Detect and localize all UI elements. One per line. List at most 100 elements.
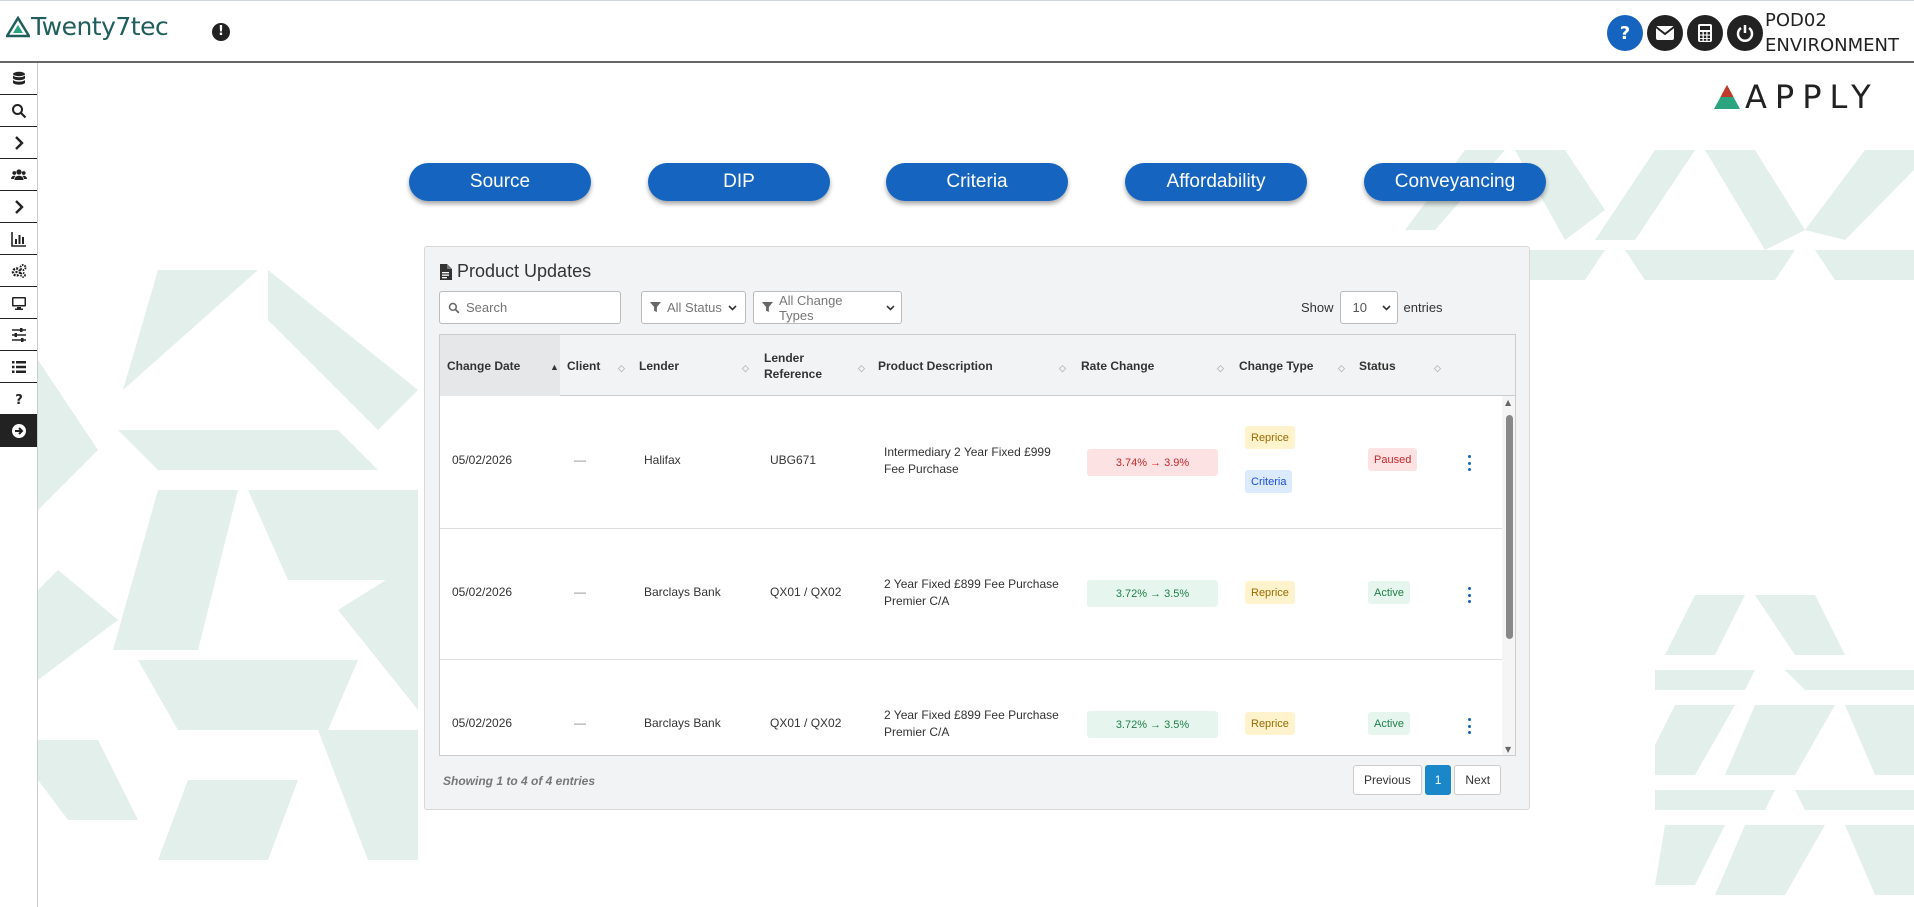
table-row[interactable]: 05/02/2026 — Halifax UBG671 Intermediary… — [440, 397, 1502, 529]
show-label: Show — [1301, 300, 1334, 315]
sort-asc-icon: ▲ — [550, 362, 559, 372]
brand-name: Twenty7tec — [31, 12, 169, 41]
apply-brand-text: APPLY — [1745, 78, 1879, 116]
product-updates-table: Change Date ▲ Client ◇ Lender ◇ Lender R… — [439, 334, 1516, 756]
row-actions-kebab-icon[interactable] — [1464, 718, 1474, 734]
chevron-down-icon — [728, 304, 737, 311]
environment-label: POD02 ENVIRONMENT — [1765, 8, 1899, 58]
power-icon[interactable] — [1727, 15, 1763, 51]
sidebar-database-icon[interactable] — [0, 63, 37, 95]
alert-icon[interactable]: ! — [212, 23, 230, 41]
column-header-product-description[interactable]: Product Description ◇ — [871, 335, 1074, 396]
top-header: Twenty7tec ! ? POD02 ENVIRONMENT — [0, 0, 1914, 63]
column-header-change-date[interactable]: Change Date ▲ — [440, 335, 560, 396]
chevron-down-icon — [1381, 304, 1391, 311]
row-actions-kebab-icon[interactable] — [1464, 455, 1474, 471]
column-label: Lender Reference — [764, 350, 823, 381]
change-type-badge: Reprice — [1245, 712, 1295, 735]
sidebar-list-icon[interactable] — [0, 351, 37, 383]
cell-client: — — [574, 716, 586, 730]
panel-title-text: Product Updates — [457, 261, 592, 281]
sidebar-chevron-right-icon[interactable] — [0, 127, 37, 159]
table-scrollbar[interactable]: ▲ ▼ — [1502, 396, 1515, 755]
column-header-lender[interactable]: Lender ◇ — [632, 335, 757, 396]
cell-client: — — [574, 453, 586, 467]
search-icon — [448, 302, 460, 313]
environment-name: POD02 — [1765, 10, 1827, 31]
pagination: Previous 1 Next — [1353, 765, 1502, 795]
sidebar-bar-chart-icon[interactable] — [0, 223, 37, 255]
column-label: Rate Change — [1081, 358, 1155, 373]
sidebar-sliders-icon[interactable] — [0, 319, 37, 351]
row-actions-kebab-icon[interactable] — [1464, 587, 1474, 603]
column-header-rate-change[interactable]: Rate Change ◇ — [1074, 335, 1232, 396]
status-badge: Active — [1368, 581, 1410, 604]
chevron-down-icon — [886, 304, 895, 311]
change-type-badge: Reprice — [1245, 426, 1295, 449]
nav-criteria-button[interactable]: Criteria — [886, 163, 1068, 201]
column-header-lender-reference[interactable]: Lender Reference ◇ — [757, 335, 871, 396]
page-size-control: Show 10 entries — [1301, 291, 1443, 324]
column-header-client[interactable]: Client ◇ — [560, 335, 632, 396]
page-size-value: 10 — [1352, 300, 1367, 315]
change-type-badge: Criteria — [1245, 470, 1293, 493]
panel-title: Product Updates — [439, 261, 591, 282]
nav-dip-button[interactable]: DIP — [648, 163, 830, 201]
brand-logo[interactable]: Twenty7tec — [6, 12, 169, 41]
column-label: Status — [1359, 358, 1396, 373]
column-header-change-type[interactable]: Change Type ◇ — [1232, 335, 1352, 396]
sidebar-search-icon[interactable] — [0, 95, 37, 127]
sidebar-users-icon[interactable] — [0, 159, 37, 191]
sidebar-arrow-circle-right-icon[interactable] — [0, 415, 37, 447]
change-type-badge: Reprice — [1245, 581, 1295, 604]
page-size-select[interactable]: 10 — [1339, 291, 1398, 324]
envelope-icon[interactable] — [1647, 15, 1683, 51]
column-label: Product Description — [878, 358, 993, 373]
environment-type: ENVIRONMENT — [1765, 35, 1899, 56]
help-icon[interactable]: ? — [1607, 15, 1643, 51]
scroll-down-icon[interactable]: ▼ — [1505, 745, 1511, 754]
status-badge: Active — [1368, 712, 1410, 735]
cell-product-description: 2 Year Fixed £899 Fee Purchase Premier C… — [884, 577, 1059, 608]
apply-logo-icon — [1714, 85, 1740, 109]
filter-icon — [650, 302, 661, 313]
column-label: Change Type — [1239, 358, 1314, 373]
next-page-button[interactable]: Next — [1454, 765, 1502, 795]
status-filter-select[interactable]: All Status — [641, 291, 746, 324]
cell-change-date: 05/02/2026 — [452, 453, 513, 467]
filter-icon — [762, 302, 773, 313]
column-label: Change Date — [447, 358, 521, 373]
sidebar-help-icon[interactable]: ? — [0, 383, 37, 415]
column-header-status[interactable]: Status ◇ — [1352, 335, 1449, 396]
sort-icon: ◇ — [858, 363, 865, 373]
header-icon-group: ? — [1607, 15, 1763, 51]
svg-text:?: ? — [15, 393, 23, 407]
product-updates-panel: Product Updates All Status All Change Ty… — [424, 246, 1530, 810]
sort-icon: ◇ — [1434, 363, 1441, 373]
left-sidebar: ? — [0, 63, 38, 907]
nav-affordability-button[interactable]: Affordability — [1125, 163, 1307, 201]
sidebar-chevron-right-icon-2[interactable] — [0, 191, 37, 223]
page-1-button[interactable]: 1 — [1424, 765, 1452, 795]
sort-icon: ◇ — [1059, 363, 1066, 373]
table-header: Change Date ▲ Client ◇ Lender ◇ Lender R… — [440, 335, 1515, 396]
search-box[interactable] — [439, 291, 621, 324]
table-info: Showing 1 to 4 of 4 entries — [443, 774, 596, 788]
table-row[interactable]: 05/02/2026 — Barclays Bank QX01 / QX02 2… — [440, 660, 1502, 755]
nav-source-button[interactable]: Source — [409, 163, 591, 201]
scroll-up-icon[interactable]: ▲ — [1505, 398, 1511, 407]
table-row[interactable]: 05/02/2026 — Barclays Bank QX01 / QX02 2… — [440, 529, 1502, 660]
previous-page-button[interactable]: Previous — [1353, 765, 1422, 795]
cell-lender: Barclays Bank — [644, 716, 721, 730]
calculator-icon[interactable] — [1687, 15, 1723, 51]
apply-brand: APPLY — [1713, 78, 1879, 116]
cell-client: — — [574, 585, 586, 599]
sidebar-monitor-icon[interactable] — [0, 287, 37, 319]
scrollbar-thumb[interactable] — [1506, 415, 1513, 639]
search-input[interactable] — [466, 300, 606, 315]
sidebar-cogs-icon[interactable] — [0, 255, 37, 287]
cell-product-description: 2 Year Fixed £899 Fee Purchase Premier C… — [884, 708, 1059, 739]
change-type-filter-select[interactable]: All Change Types — [753, 291, 902, 324]
nav-conveyancing-button[interactable]: Conveyancing — [1364, 163, 1546, 201]
status-badge: Paused — [1368, 448, 1418, 471]
